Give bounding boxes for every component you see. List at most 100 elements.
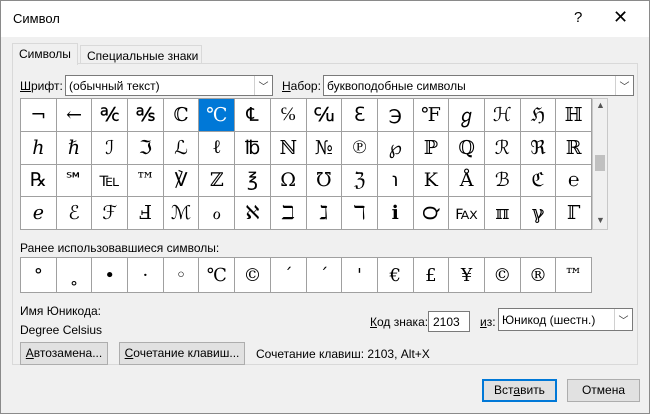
recent-symbol-cell[interactable]: ˳	[56, 258, 93, 293]
symbol-cell[interactable]: Ω	[270, 164, 307, 198]
symbol-cell[interactable]: ℺	[413, 197, 450, 230]
recent-symbol-cell[interactable]: '	[342, 258, 378, 293]
symbol-cell[interactable]: ℘	[377, 131, 414, 165]
unicode-name-label: Имя Юникода:	[20, 304, 101, 318]
symbol-cell[interactable]: ℓ	[199, 131, 236, 165]
recent-symbol-cell[interactable]: ◦	[163, 258, 200, 293]
autocorrect-button[interactable]: Автозамена...	[20, 342, 108, 365]
symbol-cell[interactable]: ℗	[342, 131, 378, 165]
symbol-cell[interactable]: K	[413, 164, 450, 198]
recent-symbol-cell[interactable]: •	[92, 258, 129, 293]
subset-select[interactable]: буквоподобные символы ﹀	[323, 75, 634, 96]
symbol-cell[interactable]: ℼ	[484, 197, 521, 230]
symbol-cell[interactable]: ℊ	[449, 99, 485, 132]
scroll-up-icon[interactable]: ▲	[596, 100, 605, 110]
shortcut-key-button[interactable]: Сочетание клавиш...	[119, 342, 245, 365]
symbol-cell[interactable]: ℕ	[270, 131, 307, 165]
symbol-cell[interactable]: ℞	[21, 164, 57, 198]
recent-symbol-cell[interactable]: €	[377, 258, 414, 293]
symbol-cell[interactable]: ℀	[92, 99, 129, 132]
symbol-cell[interactable]: ℤ	[199, 164, 236, 198]
symbol-cell[interactable]: ℒ	[163, 131, 200, 165]
symbol-cell[interactable]: ℥	[235, 164, 271, 198]
symbol-cell[interactable]: ℮	[556, 164, 592, 198]
symbol-cell[interactable]: ℁	[128, 99, 164, 132]
recent-symbol-cell[interactable]: ˊ	[306, 258, 343, 293]
recent-symbol-cell[interactable]: ™	[556, 258, 592, 293]
symbol-cell[interactable]: Å	[449, 164, 485, 198]
symbol-cell[interactable]: ℌ	[520, 99, 557, 132]
symbol-cell[interactable]: ℰ	[56, 197, 93, 230]
font-select-value: (обычный текст)	[69, 79, 160, 93]
symbol-grid-scrollbar[interactable]: ▲ ▼	[592, 98, 608, 230]
tab-special-characters[interactable]: Специальные знаки	[80, 45, 202, 64]
recent-symbol-cell[interactable]: ·	[128, 258, 164, 293]
symbol-cell[interactable]: ℭ	[520, 164, 557, 198]
symbol-cell[interactable]: ℳ	[163, 197, 200, 230]
symbol-cell[interactable]: ℴ	[199, 197, 236, 230]
symbol-cell[interactable]: ℩	[377, 164, 414, 198]
symbol-cell[interactable]: ™	[128, 164, 164, 198]
font-select[interactable]: (обычный текст) ﹀	[65, 75, 273, 96]
char-code-input[interactable]: 2103	[428, 311, 470, 332]
scroll-down-icon[interactable]: ▼	[596, 215, 605, 225]
symbol-cell[interactable]: ℙ	[413, 131, 450, 165]
symbol-cell[interactable]: ℑ	[128, 131, 164, 165]
symbol-cell[interactable]: ℎ	[21, 131, 57, 165]
symbol-cell[interactable]: ℵ	[235, 197, 271, 230]
insert-button[interactable]: Вставить	[482, 379, 557, 402]
symbol-cell[interactable]: №	[306, 131, 343, 165]
help-button[interactable]: ?	[574, 9, 582, 26]
symbol-cell[interactable]: ℨ	[342, 164, 378, 198]
symbol-cell[interactable]: ℷ	[306, 197, 343, 230]
from-select[interactable]: Юникод (шестн.) ﹀	[498, 308, 633, 331]
scroll-thumb[interactable]	[595, 155, 605, 171]
symbol-cell[interactable]: ℅	[270, 99, 307, 132]
symbol-cell[interactable]: ℐ	[92, 131, 129, 165]
symbol-cell[interactable]: ℋ	[484, 99, 521, 132]
symbol-cell[interactable]: ℬ	[484, 164, 521, 198]
recent-symbol-cell[interactable]: ©	[484, 258, 521, 293]
symbol-cell[interactable]: ℍ	[556, 99, 592, 132]
symbol-grid: ¬ ← ℀ ℁ ℂ ℃ ℄ ℅ ℆ ℇ ℈ ℉ ℊ ℋ ℌ ℍℎ ℏ ℐ ℑ ℒℓ ℔ ℕ № ℗ ℘ ℙ ℚ ℛ ℜ ℝ ℞ ℠ ℡ ™ ℣ ℤ ℥ Ω…	[20, 98, 592, 230]
recent-symbol-cell[interactable]: ¥	[449, 258, 485, 293]
symbol-cell[interactable]: ℉	[413, 99, 450, 132]
symbol-cell[interactable]: ℏ	[56, 131, 93, 165]
recent-symbol-cell[interactable]: £	[413, 258, 450, 293]
symbol-cell[interactable]: ℆	[306, 99, 343, 132]
symbol-cell[interactable]: ℽ	[520, 197, 557, 230]
symbol-cell[interactable]: ℶ	[270, 197, 307, 230]
symbol-cell[interactable]: ℻	[449, 197, 485, 230]
symbol-cell[interactable]: ¬	[21, 99, 57, 132]
symbol-cell[interactable]: ℜ	[520, 131, 557, 165]
symbol-cell[interactable]: ←	[56, 99, 93, 132]
symbol-cell[interactable]: ℚ	[449, 131, 485, 165]
cancel-button[interactable]: Отмена	[567, 379, 640, 402]
tab-symbols[interactable]: Символы	[12, 43, 78, 65]
symbol-cell[interactable]: ℡	[92, 164, 129, 198]
symbol-cell[interactable]: ℂ	[163, 99, 200, 132]
recent-symbol-cell[interactable]: ©	[235, 258, 271, 293]
symbol-cell[interactable]: ℝ	[556, 131, 592, 165]
recent-symbol-cell[interactable]: ℃	[199, 258, 236, 293]
symbol-cell[interactable]: ℸ	[342, 197, 378, 230]
symbol-cell[interactable]: ℛ	[484, 131, 521, 165]
recent-symbol-cell[interactable]: ®	[520, 258, 557, 293]
symbol-cell[interactable]: ℾ	[556, 197, 592, 230]
symbol-cell[interactable]: ℠	[56, 164, 93, 198]
symbol-cell[interactable]: Ⅎ	[128, 197, 164, 230]
chevron-down-icon: ﹀	[254, 76, 272, 95]
symbol-cell[interactable]: ℣	[163, 164, 200, 198]
symbol-cell[interactable]: ℄	[235, 99, 271, 132]
symbol-cell[interactable]: ℧	[306, 164, 343, 198]
symbol-cell[interactable]: ℹ	[377, 197, 414, 230]
symbol-cell[interactable]: ℱ	[92, 197, 129, 230]
close-button[interactable]: ✕	[613, 7, 628, 28]
symbol-cell[interactable]: ℇ	[342, 99, 378, 132]
recent-symbol-cell[interactable]: ´	[270, 258, 307, 293]
symbol-cell[interactable]: ℃	[199, 99, 236, 132]
symbol-cell[interactable]: ℈	[377, 99, 414, 132]
recent-symbol-cell[interactable]: °	[21, 258, 57, 293]
symbol-cell[interactable]: ℯ	[21, 197, 57, 230]
symbol-cell[interactable]: ℔	[235, 131, 271, 165]
